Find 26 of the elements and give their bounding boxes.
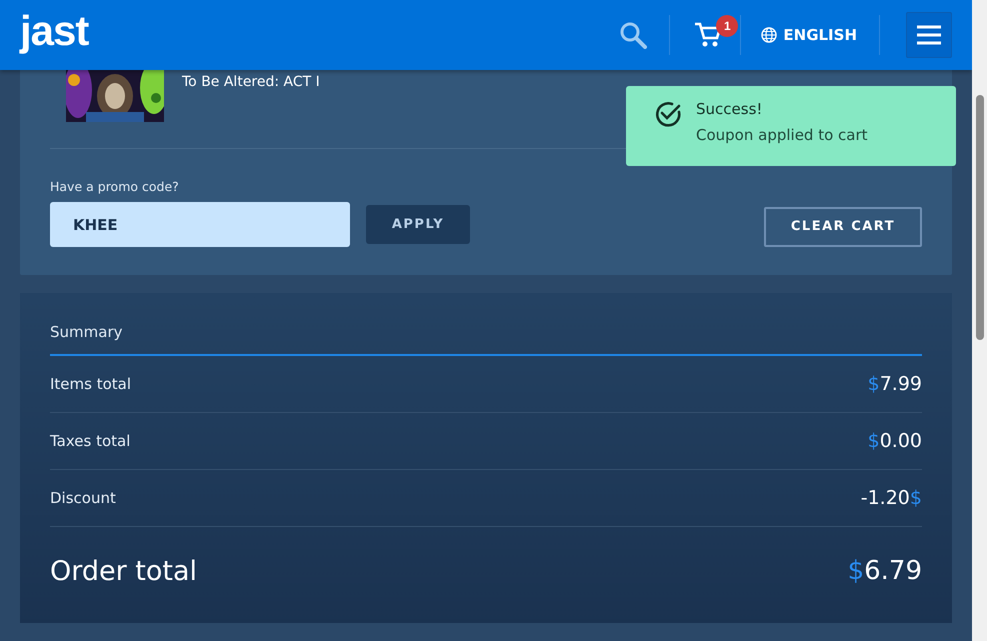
apply-button[interactable]: APPLY xyxy=(366,205,470,244)
summary-value: $7.99 xyxy=(868,373,922,395)
summary-label: Items total xyxy=(50,375,132,393)
menu-icon xyxy=(916,25,942,45)
promo-code-field[interactable]: KHEE xyxy=(50,202,350,247)
toast-title: Success! xyxy=(696,100,764,118)
cart-icon[interactable] xyxy=(694,21,722,49)
language-button[interactable]: ENGLISH xyxy=(761,26,857,44)
summary-title: Summary xyxy=(50,323,922,356)
product-title[interactable]: To Be Altered: ACT I xyxy=(182,74,320,92)
summary-label: Taxes total xyxy=(50,432,130,450)
clear-cart-button[interactable]: CLEAR CART xyxy=(764,206,922,246)
order-total-value: $6.79 xyxy=(848,556,922,586)
summary-value: $0.00 xyxy=(868,430,922,452)
logo[interactable]: jast xyxy=(20,7,88,55)
promo-code-label: Have a promo code? xyxy=(50,179,180,194)
globe-icon xyxy=(761,27,778,43)
scrollbar-thumb[interactable] xyxy=(976,95,984,340)
order-total-label: Order total xyxy=(50,556,198,586)
summary-label: Discount xyxy=(50,489,116,507)
search-icon[interactable] xyxy=(619,21,648,49)
check-circle-icon xyxy=(654,100,682,128)
toast-message: Coupon applied to cart xyxy=(696,126,868,144)
menu-button[interactable] xyxy=(906,12,952,58)
cart-count-badge: 1 xyxy=(716,15,738,37)
summary-value: -1.20$ xyxy=(860,487,922,509)
